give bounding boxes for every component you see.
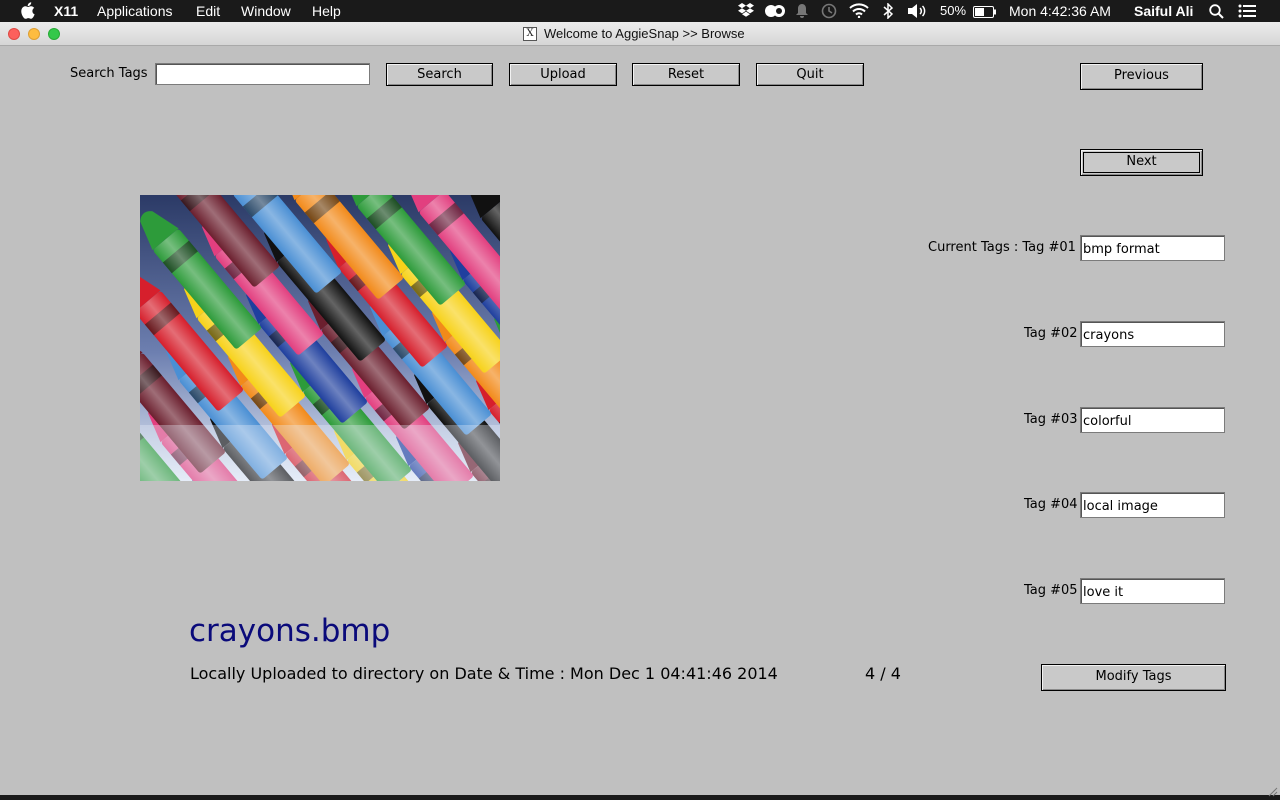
dropbox-icon[interactable] [738,3,754,21]
quit-button[interactable]: Quit [756,63,864,86]
bluetooth-icon[interactable] [883,2,894,22]
tag-05-label: Tag #05 [1024,583,1078,598]
search-tags-label: Search Tags [70,66,148,81]
search-tags-input[interactable] [155,63,370,85]
search-button[interactable]: Search [386,63,493,86]
menu-bar: X11 Applications Edit Window Help 50% Mo… [0,0,1280,22]
menubar-clock[interactable]: Mon 4:42:36 AM [1009,3,1111,19]
notification-center-icon[interactable] [1238,4,1256,21]
minimize-window-button[interactable] [28,28,40,40]
time-machine-icon[interactable] [820,3,838,22]
menubar-user[interactable]: Saiful Ali [1134,3,1193,19]
window-title-bar: X Welcome to AggieSnap >> Browse [0,22,1280,46]
battery-percent: 50% [940,3,967,18]
menu-window[interactable]: Window [241,3,291,19]
window-title: Welcome to AggieSnap >> Browse [544,26,745,41]
tag-05-input[interactable] [1080,578,1225,604]
menu-edit[interactable]: Edit [196,3,220,19]
menu-help[interactable]: Help [312,3,341,19]
modify-tags-button[interactable]: Modify Tags [1041,664,1226,691]
image-counter: 4 / 4 [865,664,901,683]
previous-button[interactable]: Previous [1080,63,1203,90]
tag-03-input[interactable] [1080,407,1225,433]
tag-02-input[interactable] [1080,321,1225,347]
apple-icon[interactable] [20,2,35,22]
notification-bell-icon[interactable] [795,4,809,22]
upload-button[interactable]: Upload [509,63,617,86]
crayons-photo [140,195,500,481]
tag-02-label: Tag #02 [1024,326,1078,341]
next-button[interactable]: Next [1080,149,1203,176]
volume-icon[interactable] [907,3,929,22]
resize-grip-icon[interactable] [1266,782,1278,797]
wifi-icon[interactable] [849,3,869,21]
upload-date-info: Locally Uploaded to directory on Date & … [190,664,778,683]
crayons-image [140,195,500,481]
current-tags-label: Current Tags : Tag #01 [928,240,1076,255]
tag-03-label: Tag #03 [1024,412,1078,427]
screen-bottom-edge [0,795,1280,800]
tag-01-input[interactable] [1080,235,1225,261]
x11-window-icon: X [523,27,537,41]
close-window-button[interactable] [8,28,20,40]
spotlight-search-icon[interactable] [1209,4,1224,22]
menu-applications[interactable]: Applications [97,3,173,19]
menu-app-x11[interactable]: X11 [54,3,78,19]
reset-button[interactable]: Reset [632,63,740,86]
image-filename: crayons.bmp [189,613,391,649]
battery-icon[interactable] [973,5,997,21]
tag-04-label: Tag #04 [1024,497,1078,512]
cloud-sync-icon[interactable] [764,4,786,21]
zoom-window-button[interactable] [48,28,60,40]
tag-04-input[interactable] [1080,492,1225,518]
